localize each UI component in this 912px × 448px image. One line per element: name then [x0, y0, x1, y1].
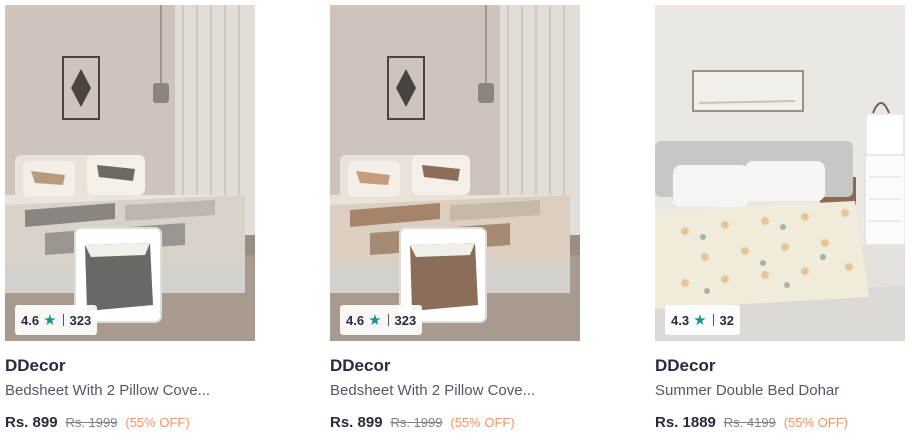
product-brand[interactable]: DDecor	[330, 355, 580, 377]
product-discount: (55% OFF)	[125, 415, 190, 430]
rating-value: 4.6	[21, 312, 40, 328]
rating-value: 4.6	[346, 312, 365, 328]
product-price: Rs. 899	[330, 414, 383, 431]
product-mrp: Rs. 4199	[723, 415, 776, 430]
price-row: Rs. 899 Rs. 1999 (55% OFF)	[5, 412, 255, 433]
product-price: Rs. 1889	[655, 414, 716, 431]
rating-badge: 4.6 ★ 323	[340, 305, 423, 335]
star-icon: ★	[43, 312, 57, 329]
product-mrp: Rs. 1999	[65, 415, 118, 430]
rating-badge: 4.3 ★ 32	[665, 305, 740, 335]
product-card[interactable]: 4.6 ★ 323 DDecor Bedsheet With 2 Pillow …	[330, 5, 580, 445]
star-icon: ★	[693, 312, 707, 329]
product-discount: (55% OFF)	[450, 415, 515, 430]
product-mrp: Rs. 1999	[390, 415, 443, 430]
rating-count: 32	[719, 312, 734, 328]
rating-badge: 4.6 ★ 323	[15, 305, 98, 335]
product-brand[interactable]: DDecor	[5, 355, 255, 377]
price-row: Rs. 899 Rs. 1999 (55% OFF)	[330, 412, 580, 433]
star-icon: ★	[368, 312, 382, 329]
product-image[interactable]: 4.6 ★ 323	[330, 5, 580, 341]
rating-separator	[712, 314, 714, 326]
product-image[interactable]: 4.3 ★ 32	[655, 5, 905, 341]
rating-count: 323	[394, 312, 417, 328]
product-price: Rs. 899	[5, 414, 58, 431]
product-card[interactable]: 4.3 ★ 32 DDecor Summer Double Bed Dohar …	[655, 5, 905, 445]
product-name[interactable]: Bedsheet With 2 Pillow Cove...	[5, 381, 255, 401]
rating-count: 323	[69, 312, 92, 328]
product-name[interactable]: Summer Double Bed Dohar	[655, 381, 905, 401]
product-discount: (55% OFF)	[783, 415, 849, 430]
rating-separator	[387, 314, 389, 326]
product-name[interactable]: Bedsheet With 2 Pillow Cove...	[330, 381, 580, 401]
rating-separator	[62, 314, 64, 326]
price-row: Rs. 1889 Rs. 4199 (55% OFF)	[655, 412, 905, 433]
product-card[interactable]: 4.6 ★ 323 DDecor Bedsheet With 2 Pillow …	[5, 5, 255, 445]
product-brand[interactable]: DDecor	[655, 355, 905, 377]
rating-value: 4.3	[671, 312, 690, 328]
product-image[interactable]: 4.6 ★ 323	[5, 5, 255, 341]
